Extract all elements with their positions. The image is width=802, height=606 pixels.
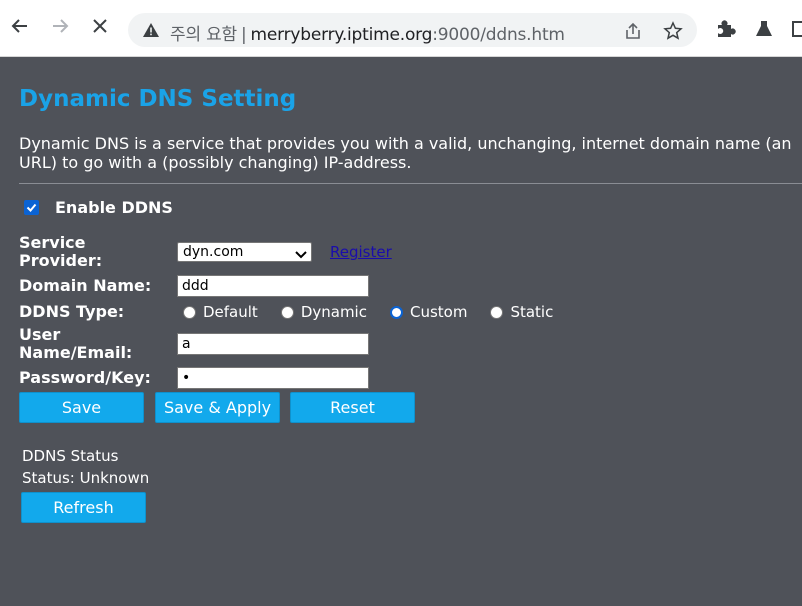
password-label: Password/Key: — [19, 368, 151, 387]
security-label: 주의 요함 — [170, 25, 237, 45]
password-input[interactable]: • — [177, 367, 369, 389]
enable-ddns-label: Enable DDNS — [55, 198, 173, 217]
extensions-puzzle-icon[interactable] — [714, 18, 736, 40]
service-provider-value: dyn.com — [183, 244, 244, 260]
save-button[interactable]: Save — [19, 392, 144, 423]
address-bar[interactable]: 주의 요함 | merryberry.iptime.org:9000/ddns.ht… — [128, 13, 697, 47]
save-apply-button[interactable]: Save & Apply — [155, 392, 280, 423]
radio-static-label: Static — [510, 303, 554, 321]
ddns-type-group: Default Dynamic Custom Static — [183, 303, 576, 321]
radio-dynamic-label: Dynamic — [300, 303, 367, 321]
back-arrow-icon[interactable] — [8, 14, 32, 38]
page-description: Dynamic DNS is a service that provides y… — [19, 134, 792, 172]
flask-icon[interactable] — [753, 18, 775, 40]
radio-default[interactable] — [183, 305, 196, 319]
ddns-status-heading: DDNS Status — [22, 447, 119, 465]
reset-button[interactable]: Reset — [290, 392, 415, 423]
url-path: :9000/ddns.htm — [432, 25, 565, 45]
domain-name-label: Domain Name: — [19, 276, 152, 295]
forward-arrow-icon[interactable] — [48, 14, 72, 38]
divider — [19, 183, 802, 184]
url-text[interactable]: 주의 요함 | merryberry.iptime.org:9000/ddns.ht… — [170, 20, 565, 45]
radio-custom[interactable] — [389, 305, 403, 319]
sidebar-icon[interactable] — [791, 18, 802, 40]
domain-name-input[interactable]: ddd — [177, 275, 369, 297]
enable-ddns-checkbox[interactable] — [24, 200, 39, 215]
radio-default-label: Default — [203, 303, 258, 321]
service-provider-label: Service Provider: — [19, 233, 103, 270]
radio-static[interactable] — [490, 305, 504, 319]
refresh-button[interactable]: Refresh — [21, 492, 146, 523]
ddns-settings-page: Dynamic DNS Setting Dynamic DNS is a ser… — [0, 57, 802, 606]
radio-custom-label: Custom — [409, 303, 468, 321]
warning-icon[interactable] — [142, 21, 160, 39]
register-link[interactable]: Register — [330, 243, 392, 261]
ddns-status-text: Status: Unknown — [22, 469, 150, 487]
star-icon[interactable] — [663, 21, 683, 41]
username-input[interactable]: a — [177, 333, 369, 355]
enable-ddns-row: Enable DDNS — [24, 198, 173, 217]
page-title: Dynamic DNS Setting — [19, 86, 297, 112]
url-host: merryberry.iptime.org — [250, 25, 433, 45]
chevron-down-icon — [295, 247, 307, 265]
stop-loading-icon[interactable] — [88, 14, 112, 38]
browser-toolbar: 주의 요함 | merryberry.iptime.org:9000/ddns.ht… — [0, 0, 802, 57]
service-provider-select[interactable]: dyn.com — [177, 242, 312, 262]
share-icon[interactable] — [623, 21, 643, 41]
radio-dynamic[interactable] — [280, 305, 294, 319]
username-label: User Name/Email: — [19, 325, 133, 362]
ddns-type-label: DDNS Type: — [19, 302, 125, 321]
